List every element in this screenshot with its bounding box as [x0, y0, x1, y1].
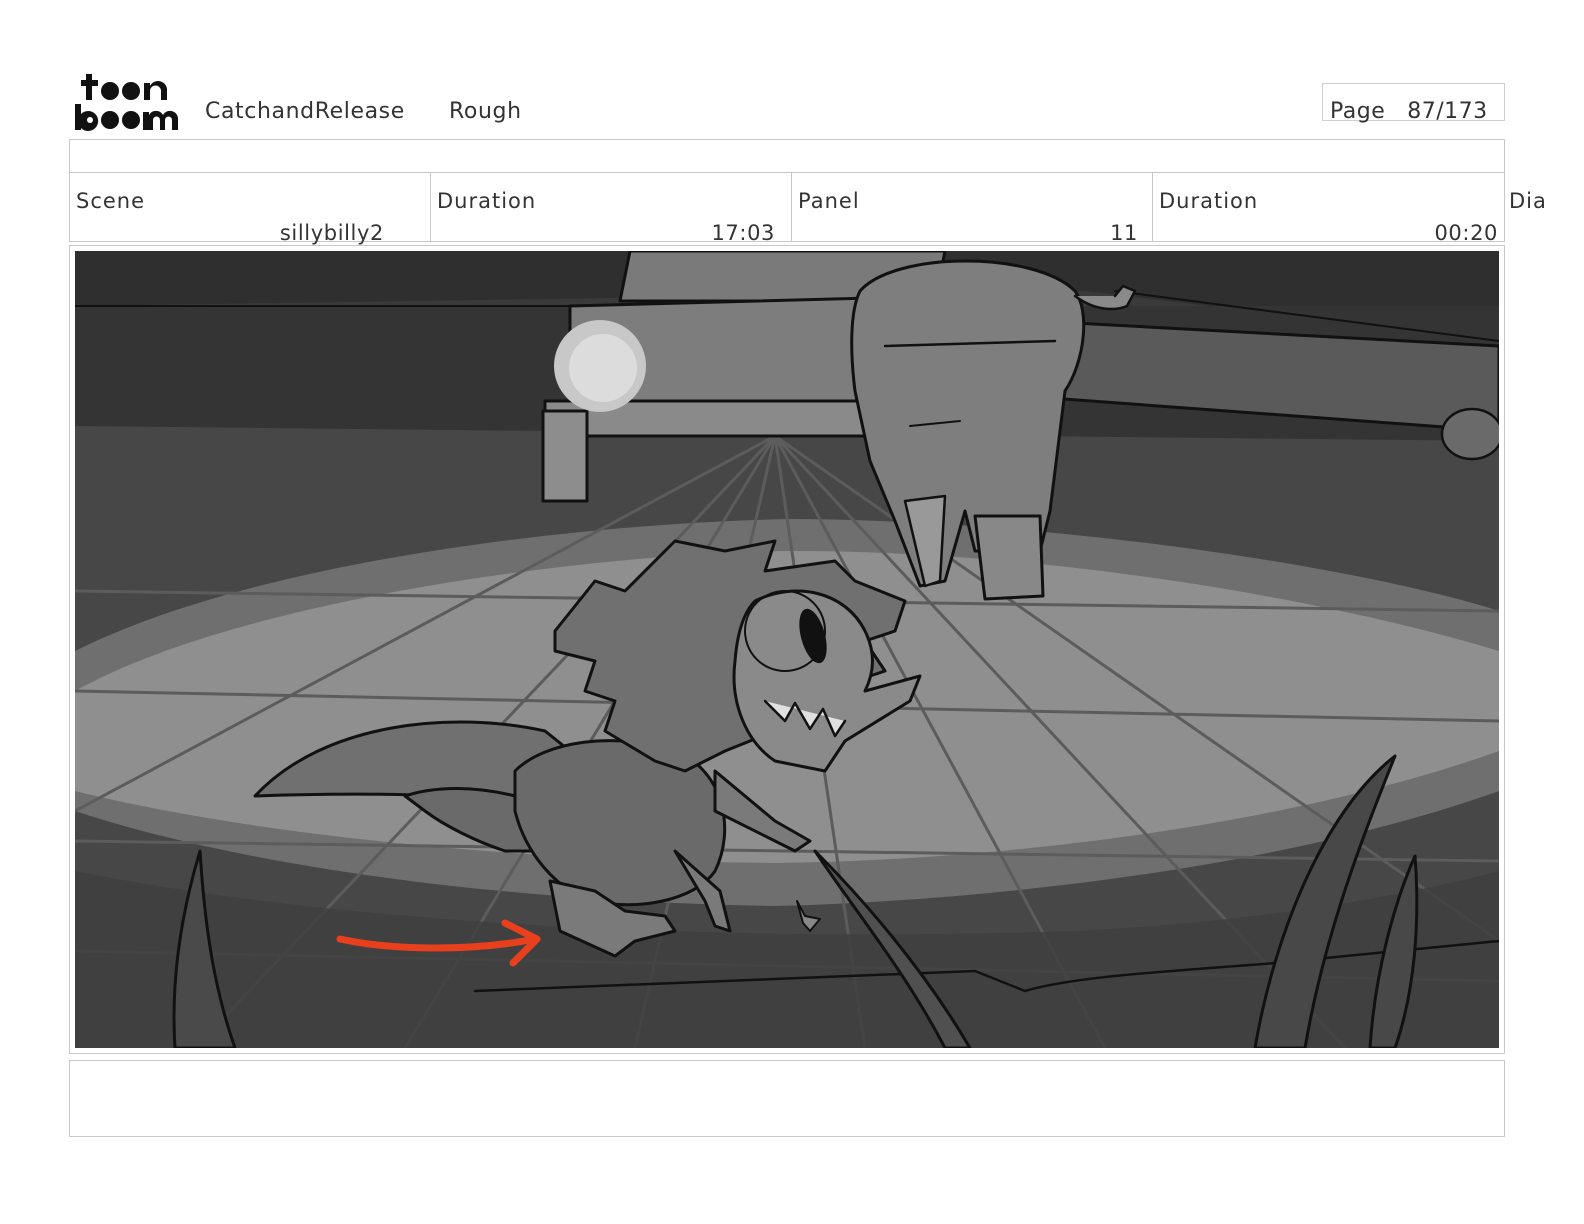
scene-value: sillybilly2 [279, 221, 384, 245]
scene-duration-value: 17:03 [711, 221, 775, 245]
toon-boom-logo [73, 70, 183, 132]
notes-box [69, 1060, 1505, 1137]
stage-name: Rough [449, 99, 522, 124]
panel-label: Panel [798, 189, 860, 213]
page-number: 87/173 [1407, 99, 1488, 124]
panel-duration-cell: Duration 00:20 [1153, 173, 1506, 245]
scene-label: Scene [76, 189, 146, 213]
info-row: Scene sillybilly2 Duration 17:03 Panel 1… [69, 173, 1506, 245]
scene-cell: Scene sillybilly2 [70, 173, 431, 245]
panel-value: 11 [1110, 221, 1138, 245]
panel-cell: Panel 11 [792, 173, 1153, 245]
page-label: Page [1330, 99, 1386, 124]
panel-duration-value: 00:20 [1434, 221, 1498, 245]
page-indicator: Page 87/173 [1330, 99, 1488, 124]
dialogue-label: Dia [1509, 189, 1547, 213]
scene-duration-label: Duration [437, 189, 537, 213]
header-strip [69, 139, 1505, 173]
panel-duration-label: Duration [1159, 189, 1259, 213]
scene-duration-cell: Duration 17:03 [431, 173, 792, 245]
project-name: CatchandRelease [205, 99, 405, 124]
storyboard-panel-image [73, 249, 1504, 1050]
